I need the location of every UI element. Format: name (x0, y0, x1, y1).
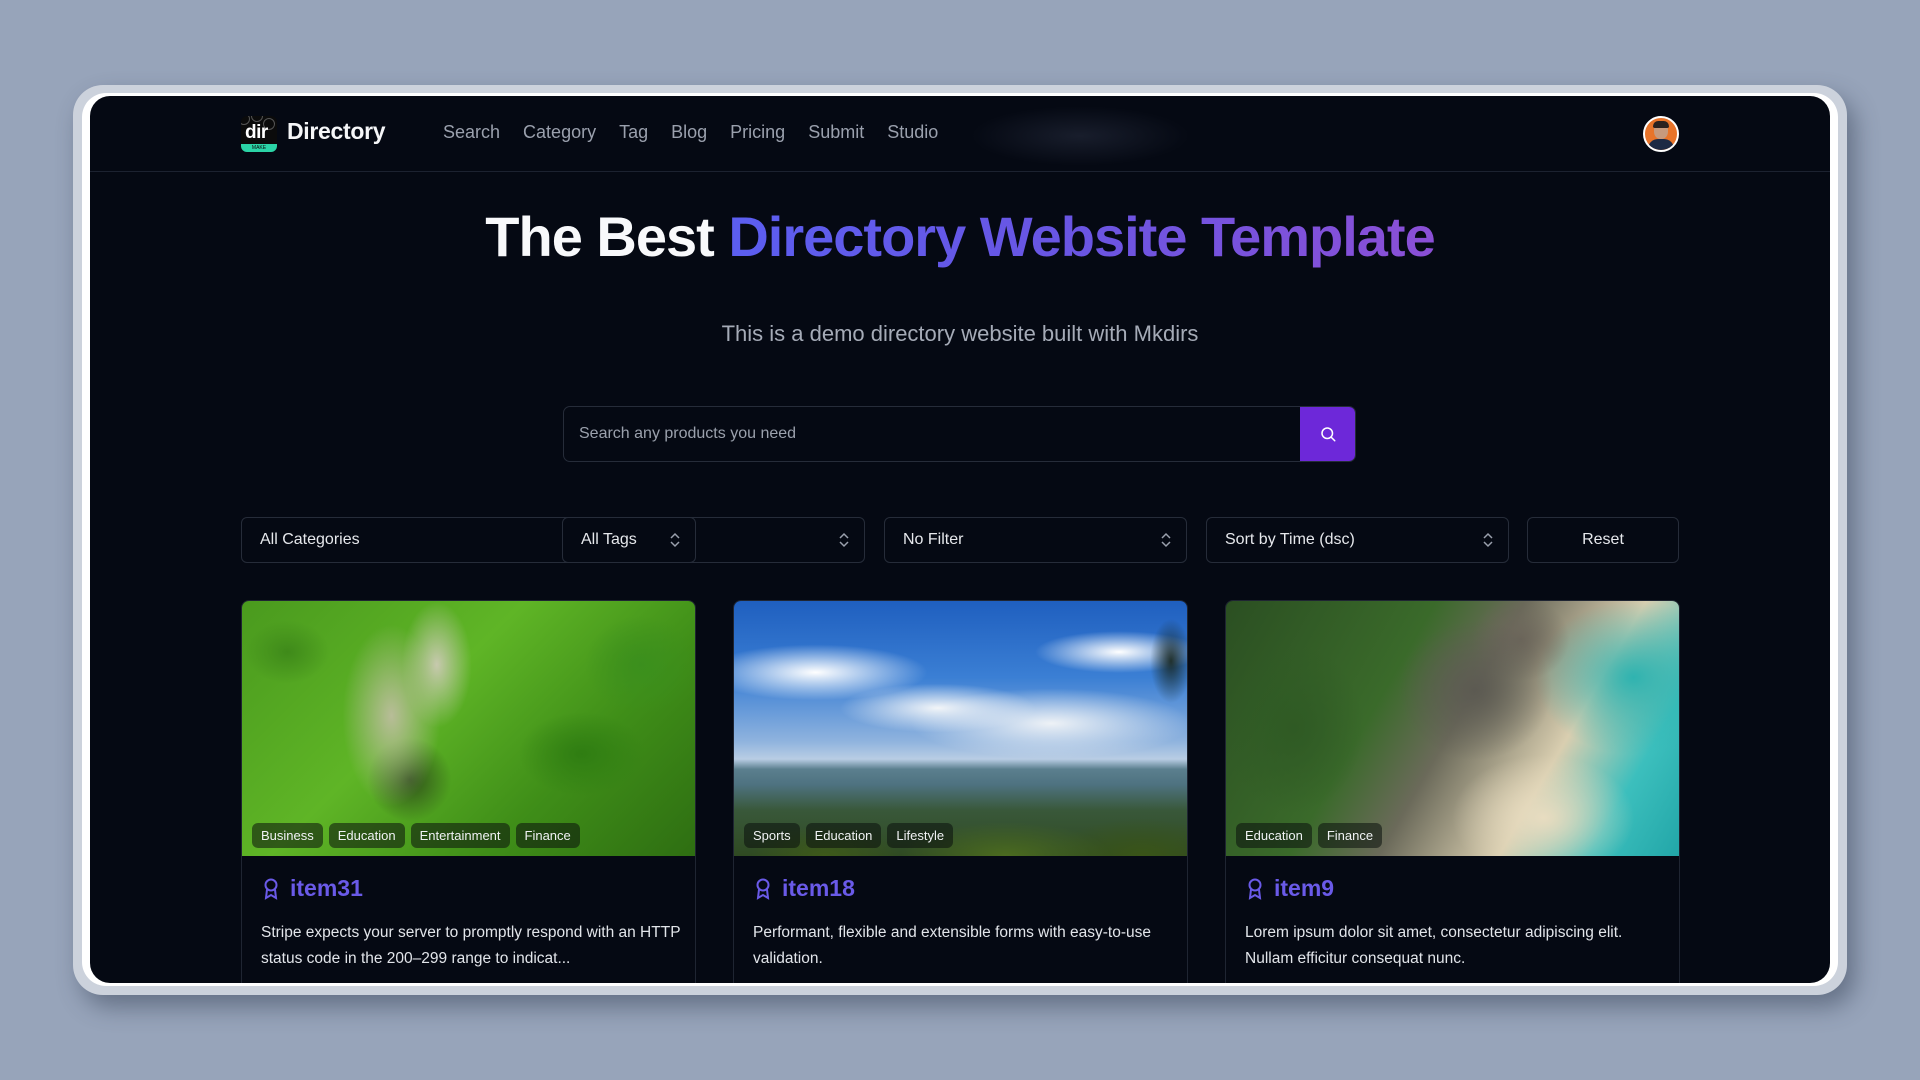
tag-badge[interactable]: Finance (1317, 823, 1383, 848)
tag-list: Sports Education Lifestyle (744, 823, 954, 848)
hero-subtitle: This is a demo directory website built w… (721, 321, 1199, 346)
item-card[interactable]: Sports Education Lifestyle item18 Perfor… (733, 600, 1188, 983)
chevron-up-down-icon (839, 532, 849, 548)
sort-select-value: Sort by Time (dsc) (1225, 531, 1355, 548)
nav-studio[interactable]: Studio (887, 122, 938, 143)
tag-badge[interactable]: Sports (744, 823, 800, 848)
tag-badge[interactable]: Education (805, 823, 882, 848)
item-image[interactable]: Sports Education Lifestyle (734, 601, 1187, 856)
nav-search[interactable]: Search (443, 122, 500, 143)
item-title-text: item31 (290, 875, 363, 901)
nav-blog[interactable]: Blog (671, 122, 707, 143)
item-title[interactable]: item18 (754, 875, 855, 902)
search-input[interactable] (564, 407, 1301, 461)
item-title[interactable]: item31 (262, 875, 363, 902)
filter-bar: All Categories All Tags No Filter Sort b… (241, 517, 1681, 563)
item-image[interactable]: Business Education Entertainment Finance (242, 601, 695, 856)
search-bar (563, 406, 1356, 462)
tag-select[interactable]: All Tags (562, 517, 865, 563)
item-card[interactable]: Business Education Entertainment Finance… (241, 600, 696, 983)
site-header: dir MAKE Directory Search Category Tag B… (90, 96, 1830, 172)
nav-category[interactable]: Category (523, 122, 596, 143)
logo-icon[interactable]: dir MAKE (241, 116, 277, 152)
search-button[interactable] (1300, 407, 1355, 461)
avatar-body (1648, 139, 1674, 150)
item-card[interactable]: Education Finance item9 Lorem ipsum dolo… (1225, 600, 1680, 983)
logo-badge: MAKE (241, 144, 277, 152)
tag-list: Education Finance (1236, 823, 1383, 848)
tag-badge[interactable]: Lifestyle (887, 823, 954, 848)
browser-screen: dir MAKE Directory Search Category Tag B… (90, 96, 1830, 983)
award-icon (756, 878, 770, 900)
brand-link[interactable]: Directory (287, 118, 386, 145)
item-description: Lorem ipsum dolor sit amet, consectetur … (1245, 924, 1623, 967)
filter-select-value: No Filter (903, 531, 964, 548)
item-image[interactable]: Education Finance (1226, 601, 1679, 856)
item-description: Stripe expects your server to promptly r… (261, 924, 681, 967)
tag-badge[interactable]: Business (252, 823, 323, 848)
tag-badge[interactable]: Education (1236, 823, 1312, 848)
hero-title-plain: The Best (485, 205, 729, 268)
chevron-up-down-icon (1161, 532, 1171, 548)
hero-title: The Best Directory Website Template (90, 204, 1830, 269)
main-nav: Search Category Tag Blog Pricing Submit … (443, 122, 938, 143)
award-icon (1248, 878, 1262, 900)
item-title-text: item9 (1274, 875, 1335, 901)
tag-badge[interactable]: Education (328, 823, 405, 848)
item-title-text: item18 (782, 875, 855, 901)
hero-title-highlight: Directory Website Template (728, 205, 1435, 268)
nav-tag[interactable]: Tag (619, 122, 648, 143)
logo-text: dir (245, 122, 268, 143)
reset-button[interactable]: Reset (1527, 517, 1679, 563)
tag-badge[interactable]: Entertainment (410, 823, 510, 848)
tag-select-value: All Tags (581, 531, 637, 548)
search-icon (1320, 427, 1335, 442)
nav-submit[interactable]: Submit (808, 122, 864, 143)
nav-pricing[interactable]: Pricing (730, 122, 785, 143)
user-avatar[interactable] (1643, 116, 1679, 152)
award-icon (264, 878, 278, 900)
sort-select[interactable]: Sort by Time (dsc) (1206, 517, 1509, 563)
header-glow (970, 106, 1190, 166)
tag-badge[interactable]: Finance (515, 823, 580, 848)
chevron-up-down-icon (1483, 532, 1493, 548)
tag-list: Business Education Entertainment Finance (252, 823, 580, 848)
category-select-value: All Categories (260, 531, 360, 548)
image-branch (1107, 601, 1187, 751)
item-title[interactable]: item9 (1246, 875, 1334, 902)
avatar-hair (1653, 121, 1669, 128)
item-description: Performant, flexible and extensible form… (753, 924, 1152, 967)
filter-select[interactable]: No Filter (884, 517, 1187, 563)
